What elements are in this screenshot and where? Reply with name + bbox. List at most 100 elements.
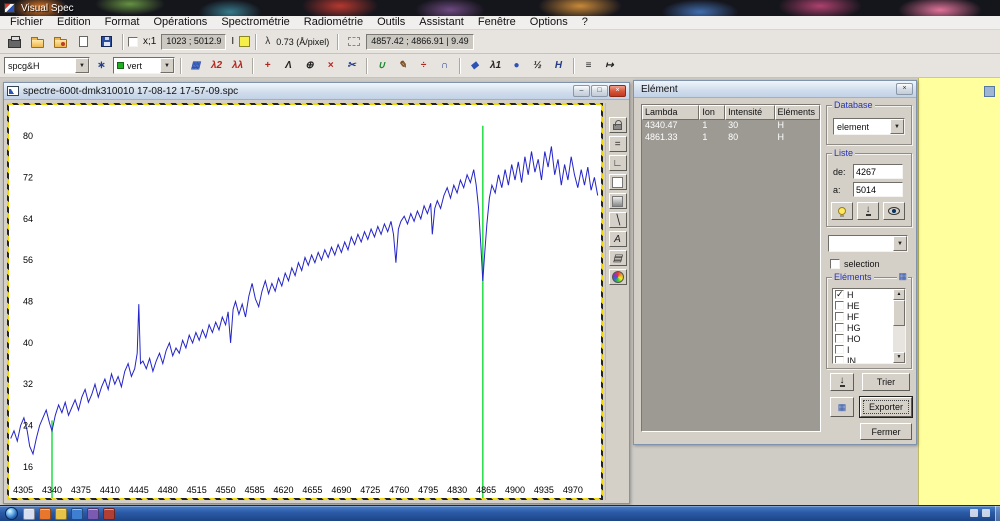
chevron-down-icon[interactable]: ▼ — [160, 58, 174, 73]
table-column-header[interactable]: Ion — [699, 105, 725, 120]
normalize-icon[interactable]: ½ — [528, 57, 547, 75]
tray-icon[interactable] — [970, 509, 978, 517]
color-combobox[interactable]: vert ▼ — [113, 57, 175, 74]
taskbar-explorer-icon[interactable] — [55, 508, 67, 520]
scrollbar-thumb[interactable] — [893, 300, 905, 326]
table-column-header[interactable]: Intensité — [725, 105, 774, 120]
histogram-icon[interactable]: ≡ — [579, 57, 598, 75]
add-selected-button[interactable]: ↓ — [830, 373, 854, 391]
taskbar-media-icon[interactable] — [71, 508, 83, 520]
fermer-button[interactable]: Fermer — [860, 423, 912, 440]
pencil-curve-icon[interactable]: ✎ — [393, 57, 412, 75]
trier-button[interactable]: Trier — [862, 373, 910, 391]
water-drop-icon[interactable]: ● — [507, 57, 526, 75]
taskbar-app5-icon[interactable] — [87, 508, 99, 520]
line-tool-icon[interactable]: ╲ — [609, 212, 627, 228]
element-checkbox-item[interactable]: HG — [833, 322, 893, 333]
profile-combobox[interactable]: spcg&H ▼ — [4, 57, 90, 74]
peaks-icon[interactable]: Λ — [279, 57, 298, 75]
menu-item[interactable]: Fenêtre — [471, 16, 523, 29]
table-tool-button[interactable]: ▦ — [830, 397, 854, 417]
menu-item[interactable]: Options — [523, 16, 575, 29]
calibration-icon[interactable]: λ1 — [486, 57, 505, 75]
crosshair-icon[interactable]: + — [258, 57, 277, 75]
show-desktop-button[interactable] — [995, 506, 1000, 521]
menu-item[interactable]: Fichier — [3, 16, 50, 29]
element-checkbox-item[interactable]: HE — [833, 300, 893, 311]
element-window-titlebar[interactable]: Elément × — [634, 81, 916, 98]
checkbox-icon[interactable] — [835, 312, 844, 321]
lambda-lambda-icon[interactable]: λλ — [228, 57, 247, 75]
elements-listbox[interactable]: H HE HF — [832, 288, 906, 364]
spectrum-window-titlebar[interactable]: spectre-600t-dmk310010 17-08-12 17-57-09… — [4, 83, 629, 100]
element-checkbox-item[interactable]: IN — [833, 355, 893, 364]
checkbox-icon[interactable] — [835, 323, 844, 332]
h-line-icon[interactable]: H — [549, 57, 568, 75]
yellow-panel-button[interactable] — [984, 86, 995, 97]
table-column-header[interactable]: Lambda — [642, 105, 699, 120]
shift-icon[interactable]: ↦ — [600, 57, 619, 75]
load-button[interactable]: ↓ — [857, 202, 879, 220]
table-column-header[interactable]: Eléments — [775, 105, 820, 120]
elements-table-icon[interactable]: ▦ — [897, 271, 908, 281]
checkbox-icon[interactable] — [835, 334, 844, 343]
chevron-down-icon[interactable]: ▼ — [75, 58, 89, 73]
divide-profile-icon[interactable]: ÷ — [414, 57, 433, 75]
system-tray[interactable] — [970, 509, 990, 517]
lock-icon[interactable] — [609, 117, 627, 133]
taskbar-browser-icon[interactable] — [39, 508, 51, 520]
tray-icon[interactable] — [982, 509, 990, 517]
equal-scale-icon[interactable]: = — [609, 136, 627, 152]
scroll-up-icon[interactable]: ▲ — [893, 289, 905, 300]
de-field[interactable] — [853, 164, 903, 179]
menu-item[interactable]: Opérations — [147, 16, 215, 29]
gaussian-fit-icon[interactable]: ∩ — [435, 57, 454, 75]
taskbar-app6-icon[interactable] — [103, 508, 115, 520]
selection-checkbox[interactable] — [830, 259, 840, 269]
zoom-icon[interactable]: ⊕ — [300, 57, 319, 75]
selection-zone-icon[interactable] — [343, 32, 364, 52]
checkbox-icon[interactable] — [835, 356, 844, 364]
delete-zone-icon[interactable]: × — [321, 57, 340, 75]
white-background-icon[interactable] — [609, 174, 627, 190]
element-checkbox-item[interactable]: I — [833, 344, 893, 355]
checkbox-icon[interactable] — [835, 290, 844, 299]
chevron-down-icon[interactable]: ▼ — [890, 119, 904, 134]
palette-icon[interactable] — [609, 269, 627, 285]
x1-checkbox[interactable] — [128, 37, 138, 47]
close-button[interactable]: × — [609, 85, 626, 97]
scroll-down-icon[interactable]: ▼ — [893, 352, 905, 363]
checkbox-icon[interactable] — [835, 301, 844, 310]
open-profile-folder-icon[interactable] — [27, 32, 48, 52]
wavelength-range-field[interactable]: 4857.42 ; 4866.91 | 9.49 — [366, 34, 473, 50]
chevron-down-icon[interactable]: ▼ — [893, 236, 907, 251]
filter-combobox[interactable]: ▼ — [828, 235, 908, 252]
table-row[interactable]: 4861.33 1 80 H — [642, 132, 820, 144]
database-combobox[interactable]: element ▼ — [833, 118, 905, 135]
checkbox-icon[interactable] — [835, 345, 844, 354]
menu-item[interactable]: Outils — [370, 16, 412, 29]
save-floppy-icon[interactable] — [96, 32, 117, 52]
element-checkbox-item[interactable]: HF — [833, 311, 893, 322]
bulb-button[interactable] — [831, 202, 853, 220]
menu-item[interactable]: Spectrométrie — [214, 16, 296, 29]
scissors-icon[interactable]: ✂ — [342, 57, 361, 75]
cursor-position-field[interactable]: 1023 ; 5012.9 — [161, 34, 226, 50]
acquire-printer-icon[interactable] — [4, 32, 25, 52]
menu-item[interactable]: Assistant — [412, 16, 471, 29]
open-image-folder-icon[interactable] — [50, 32, 71, 52]
a-field[interactable] — [853, 182, 903, 197]
intensity-color-swatch[interactable] — [239, 36, 250, 47]
main-titlebar[interactable]: Visual Spec — [0, 0, 1000, 16]
text-tool-icon[interactable]: A — [609, 231, 627, 247]
menu-item[interactable]: Edition — [50, 16, 98, 29]
elements-scrollbar[interactable]: ▲ ▼ — [893, 289, 905, 363]
start-orb-icon[interactable] — [5, 507, 18, 520]
menu-item[interactable]: Radiométrie — [297, 16, 370, 29]
maximize-button[interactable]: □ — [591, 85, 608, 97]
element-checkbox-item[interactable]: H — [833, 289, 893, 300]
spectrum-plot[interactable]: 8072645648403224164305434043754410444544… — [9, 105, 601, 498]
lines-table[interactable]: Lambda Ion Intensité Eléments 4340.47 1 … — [641, 104, 821, 432]
view-button[interactable] — [883, 202, 905, 220]
table-row[interactable]: 4340.47 1 30 H — [642, 120, 820, 132]
